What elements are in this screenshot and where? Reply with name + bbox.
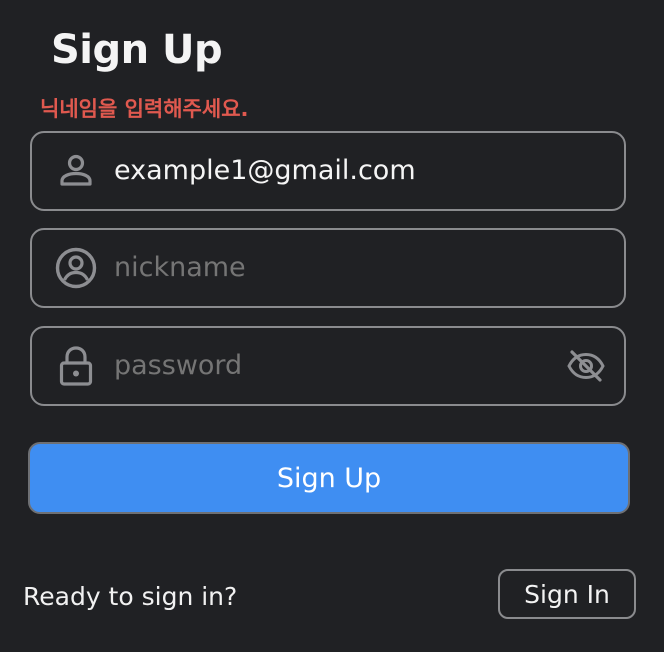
person-icon [54, 149, 98, 193]
signin-prompt: Ready to sign in? [23, 582, 238, 611]
page-title: Sign Up [51, 27, 223, 73]
nickname-field[interactable] [30, 228, 626, 308]
password-field[interactable] [30, 326, 626, 406]
error-message: 닉네임을 입력해주세요. [40, 97, 249, 121]
password-input[interactable] [114, 349, 554, 383]
eye-off-icon[interactable] [566, 346, 606, 386]
email-field[interactable]: example1@gmail.com [30, 131, 626, 211]
email-value[interactable]: example1@gmail.com [114, 154, 554, 188]
sign-up-button[interactable]: Sign Up [28, 442, 630, 514]
signup-page: Sign Up 닉네임을 입력해주세요. example1@gmail.com [0, 0, 664, 652]
account-circle-icon [54, 246, 98, 290]
nickname-input[interactable] [114, 251, 554, 285]
sign-in-button[interactable]: Sign In [498, 569, 636, 619]
lock-icon [54, 344, 98, 388]
